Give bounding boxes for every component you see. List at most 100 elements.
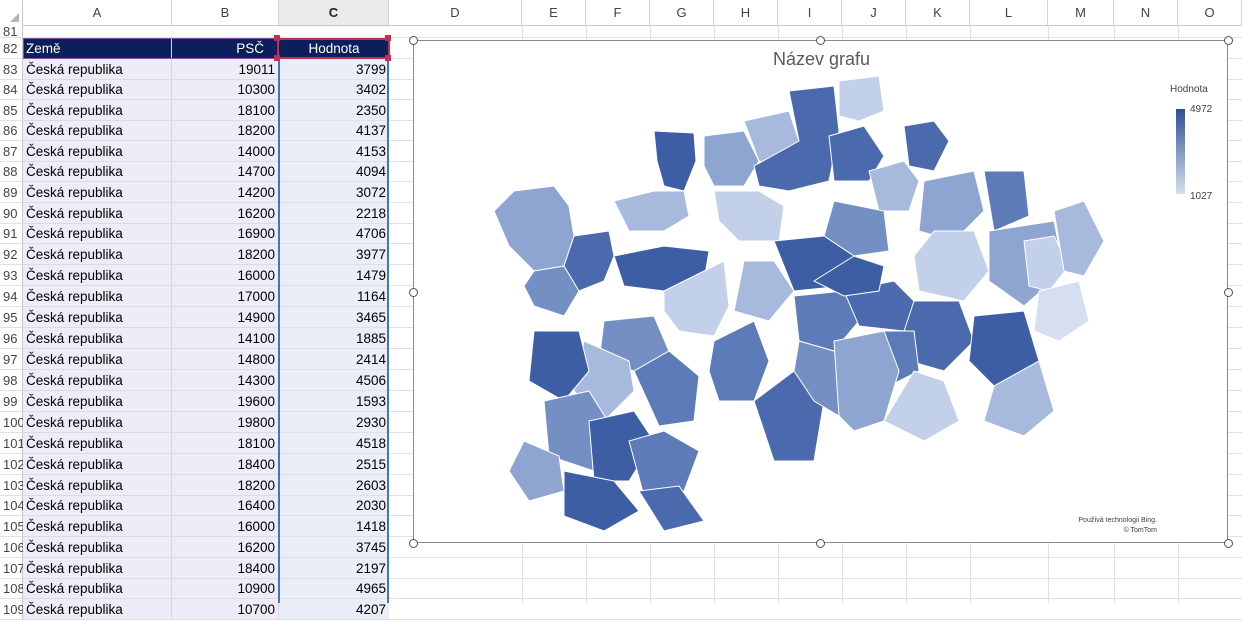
cell-zeme[interactable]: Česká republika (23, 454, 172, 475)
cell-psc[interactable]: 10700 (172, 599, 279, 620)
row-header[interactable]: 87 (0, 141, 23, 162)
cell-zeme[interactable]: Česká republika (23, 265, 172, 286)
cell-hodnota[interactable]: 2930 (279, 412, 389, 433)
map-region[interactable] (868, 160, 920, 212)
cell-hodnota[interactable]: 3402 (279, 80, 389, 100)
cell-zeme[interactable]: Česká republika (23, 496, 172, 516)
cell-hodnota[interactable]: 3072 (279, 182, 389, 203)
map-region[interactable] (638, 485, 705, 532)
cell-hodnota[interactable]: 3465 (279, 307, 389, 328)
cell-psc[interactable]: 16400 (172, 496, 279, 516)
map-chart[interactable]: Název grafu Hodnota 4972 1027 Používá te… (413, 40, 1228, 543)
cell-psc[interactable]: 18200 (172, 244, 279, 265)
map-region[interactable] (733, 260, 795, 322)
cell-psc[interactable]: 14100 (172, 328, 279, 349)
row-header[interactable]: 104 (0, 496, 25, 516)
map-region[interactable] (713, 190, 785, 242)
chart-resize-handle[interactable] (1224, 539, 1233, 548)
column-header-n[interactable]: N (1114, 0, 1178, 25)
row-header[interactable]: 89 (0, 182, 23, 203)
cell-zeme[interactable]: Česká republika (23, 475, 172, 496)
cell-psc[interactable]: 10900 (172, 579, 279, 599)
column-header-i[interactable]: I (778, 0, 842, 25)
selection-handle[interactable] (385, 35, 391, 41)
cell-hodnota[interactable]: 2515 (279, 454, 389, 475)
map-region[interactable] (493, 185, 575, 272)
cell-psc[interactable]: 18100 (172, 100, 279, 121)
cell-hodnota[interactable]: 3745 (279, 537, 389, 558)
chart-resize-handle[interactable] (409, 539, 418, 548)
column-header-d[interactable]: D (389, 0, 522, 25)
cell-hodnota[interactable]: 4137 (279, 121, 389, 141)
cell-zeme[interactable]: Česká republika (23, 370, 172, 391)
cell-psc[interactable]: 16200 (172, 537, 279, 558)
row-header[interactable]: 97 (0, 349, 23, 370)
map-region[interactable] (628, 430, 700, 497)
row-header-82[interactable]: 82 (0, 38, 23, 59)
cell-psc[interactable]: 16000 (172, 265, 279, 286)
cell-zeme[interactable]: Česká republika (23, 59, 172, 80)
column-header-a[interactable]: A (23, 0, 172, 25)
column-header-j[interactable]: J (842, 0, 906, 25)
row-header[interactable]: 84 (0, 80, 23, 100)
column-header-m[interactable]: M (1048, 0, 1114, 25)
cell-zeme[interactable]: Česká republika (23, 599, 172, 620)
cell-zeme[interactable]: Česká republika (23, 162, 172, 182)
cell-hodnota[interactable]: 4153 (279, 141, 389, 162)
column-header-g[interactable]: G (650, 0, 714, 25)
cell-hodnota[interactable]: 4207 (279, 599, 389, 620)
cell-zeme[interactable]: Česká republika (23, 141, 172, 162)
cell-zeme[interactable]: Česká republika (23, 182, 172, 203)
cell-psc[interactable]: 14800 (172, 349, 279, 370)
chart-resize-handle[interactable] (816, 539, 825, 548)
map-region[interactable] (1033, 280, 1090, 342)
cell-zeme[interactable]: Česká republika (23, 100, 172, 121)
selection-handle[interactable] (274, 55, 280, 61)
cell-hodnota[interactable]: 4094 (279, 162, 389, 182)
row-header[interactable]: 100 (0, 412, 25, 433)
row-header[interactable]: 101 (0, 433, 25, 454)
map-region[interactable] (838, 75, 885, 122)
cell-hodnota[interactable]: 4965 (279, 579, 389, 599)
column-header-l[interactable]: L (970, 0, 1048, 25)
cell-psc[interactable]: 19800 (172, 412, 279, 433)
selection-handle[interactable] (274, 35, 280, 41)
map-region[interactable] (983, 170, 1030, 232)
cell-zeme[interactable]: Česká republika (23, 558, 172, 579)
header-cell-psc[interactable]: PSČ (172, 38, 279, 59)
cell-zeme[interactable]: Česká republika (23, 349, 172, 370)
row-header[interactable]: 95 (0, 307, 23, 328)
select-all-corner[interactable] (0, 0, 23, 25)
column-header-h[interactable]: H (714, 0, 778, 25)
cell-zeme[interactable]: Česká republika (23, 391, 172, 412)
cell-psc[interactable]: 14300 (172, 370, 279, 391)
row-header[interactable]: 107 (0, 558, 25, 579)
cell-hodnota[interactable]: 2603 (279, 475, 389, 496)
column-header-k[interactable]: K (906, 0, 970, 25)
chart-resize-handle[interactable] (409, 288, 418, 297)
cell-hodnota[interactable]: 4518 (279, 433, 389, 454)
cell-psc[interactable]: 19600 (172, 391, 279, 412)
cell-zeme[interactable]: Česká republika (23, 579, 172, 599)
cell-psc[interactable]: 18400 (172, 454, 279, 475)
cell-hodnota[interactable]: 4506 (279, 370, 389, 391)
column-header-o[interactable]: O (1178, 0, 1242, 25)
header-cell-zeme[interactable]: Země (23, 38, 172, 59)
row-header[interactable]: 102 (0, 454, 25, 475)
cell-psc[interactable]: 16200 (172, 203, 279, 224)
cell-hodnota[interactable]: 2197 (279, 558, 389, 579)
row-header[interactable]: 93 (0, 265, 23, 286)
cell-zeme[interactable]: Česká republika (23, 412, 172, 433)
chart-resize-handle[interactable] (409, 36, 418, 45)
row-header[interactable]: 86 (0, 121, 23, 141)
row-header[interactable]: 90 (0, 203, 23, 224)
row-header[interactable]: 108 (0, 579, 25, 599)
cell-zeme[interactable]: Česká republika (23, 80, 172, 100)
row-header[interactable]: 105 (0, 516, 25, 537)
cell-hodnota[interactable]: 1885 (279, 328, 389, 349)
cell-hodnota[interactable]: 1479 (279, 265, 389, 286)
cell-psc[interactable]: 14000 (172, 141, 279, 162)
cell-hodnota[interactable]: 2350 (279, 100, 389, 121)
cell-hodnota[interactable]: 2030 (279, 496, 389, 516)
cell-psc[interactable]: 17000 (172, 286, 279, 307)
